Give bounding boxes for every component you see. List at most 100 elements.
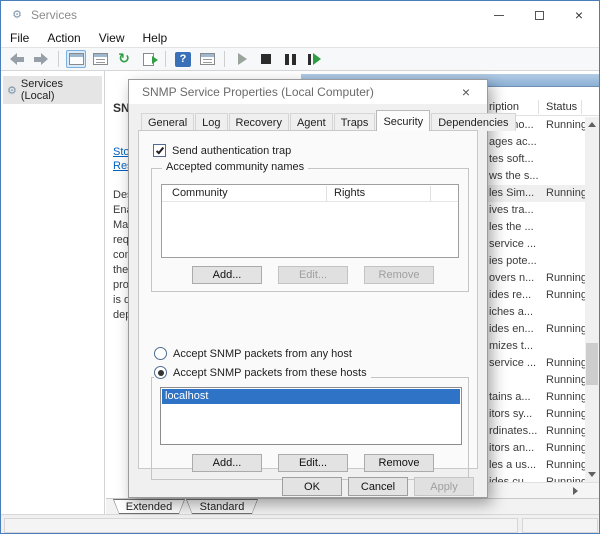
start-service-icon [238, 53, 247, 65]
scroll-right-icon[interactable] [568, 483, 583, 498]
show-console-tree-icon [69, 53, 84, 65]
refresh-icon: ↻ [118, 51, 130, 67]
description-line: the computer will be unable to [113, 264, 129, 276]
pause-service-icon [285, 54, 296, 65]
column-header-rights[interactable]: Rights [334, 187, 365, 199]
status-bar-section [4, 518, 518, 533]
dialog-close-button[interactable]: × [453, 80, 479, 104]
stop-service-link[interactable]: Stop the service [113, 146, 129, 158]
description-line: computer. If this service is stopped, [113, 249, 129, 261]
restart-service-link[interactable]: Restart the service [113, 160, 129, 172]
stop-service-button[interactable] [256, 50, 276, 68]
cancel-button[interactable]: Cancel [348, 477, 408, 496]
column-header-status[interactable]: Status [546, 101, 577, 113]
community-list[interactable]: Community Rights [161, 184, 459, 258]
extended-service-name: SNMP Service [113, 101, 129, 115]
tab-general[interactable]: General [141, 113, 194, 131]
refresh-button[interactable]: ↻ [114, 50, 134, 68]
start-service-button[interactable] [232, 50, 252, 68]
forward-icon [34, 53, 48, 65]
vertical-scrollbar[interactable] [585, 117, 599, 482]
scrollbar-thumb[interactable] [586, 343, 598, 385]
description-line: Enables Simple Network [113, 204, 129, 216]
snmp-properties-dialog: SNMP Service Properties (Local Computer)… [128, 79, 488, 498]
dialog-title-bar: SNMP Service Properties (Local Computer)… [129, 80, 487, 104]
menu-bar: File Action View Help [1, 29, 599, 47]
show-action-pane-button[interactable] [197, 50, 217, 68]
hosts-add-button[interactable]: Add... [192, 454, 262, 472]
window-title: Services [31, 8, 77, 22]
description-line: is disabled, any services that [113, 294, 129, 306]
close-icon: × [575, 7, 583, 23]
minimize-icon [494, 15, 504, 16]
minimize-button[interactable] [479, 1, 519, 29]
radio-selected-icon[interactable] [154, 366, 167, 379]
menu-help[interactable]: Help [134, 29, 177, 47]
community-remove-button: Remove [364, 266, 434, 284]
show-action-pane-icon [200, 53, 215, 65]
send-auth-trap-row[interactable]: Send authentication trap [153, 144, 291, 157]
maximize-button[interactable] [519, 1, 559, 29]
hosts-remove-button[interactable]: Remove [364, 454, 434, 472]
ok-button[interactable]: OK [282, 477, 342, 496]
tab-traps[interactable]: Traps [334, 113, 376, 131]
status-bar-section [522, 518, 598, 533]
scroll-up-icon[interactable] [585, 117, 599, 132]
description-line: requests to be processed by this [113, 234, 129, 246]
pause-service-button[interactable] [280, 50, 300, 68]
help-button[interactable]: ? [173, 50, 193, 68]
community-add-button[interactable]: Add... [192, 266, 262, 284]
dialog-tab-bar: General Log On Recovery Agent Traps Secu… [141, 111, 517, 131]
description-line: Description: [113, 189, 129, 201]
scroll-down-icon[interactable] [585, 467, 599, 482]
tab-agent[interactable]: Agent [290, 113, 333, 131]
services-app-icon: ⚙ [9, 7, 25, 23]
host-item-localhost[interactable]: localhost [162, 389, 460, 404]
menu-file[interactable]: File [1, 29, 38, 47]
restart-service-icon [308, 53, 321, 65]
radio-unselected-icon[interactable] [154, 347, 167, 360]
back-button[interactable] [7, 50, 27, 68]
hosts-list[interactable]: localhost [160, 387, 462, 445]
toolbar-separator [224, 51, 225, 67]
description-line: Management Protocol (SNMP) [113, 219, 129, 231]
properties-button[interactable] [90, 50, 110, 68]
radio-these-hosts[interactable]: Accept SNMP packets from these hosts [154, 366, 371, 379]
export-list-button[interactable] [138, 50, 158, 68]
checkbox-checked-icon[interactable] [153, 144, 166, 157]
tab-standard[interactable]: Standard [186, 499, 258, 514]
tab-recovery[interactable]: Recovery [229, 113, 289, 131]
community-names-label: Accepted community names [162, 161, 308, 173]
hosts-edit-button[interactable]: Edit... [278, 454, 348, 472]
description-line: process SNMP requests. If this [113, 279, 129, 291]
menu-view[interactable]: View [90, 29, 134, 47]
close-button[interactable]: × [559, 1, 599, 29]
radio-any-host[interactable]: Accept SNMP packets from any host [154, 347, 356, 360]
menu-action[interactable]: Action [38, 29, 89, 47]
tree-item-services-local[interactable]: ⚙ Services (Local) [3, 76, 102, 104]
restart-service-button[interactable] [304, 50, 324, 68]
tab-dependencies[interactable]: Dependencies [431, 113, 515, 131]
tab-security[interactable]: Security [376, 110, 430, 131]
column-header-community[interactable]: Community [172, 187, 228, 199]
toolbar: ↻ ? [1, 47, 599, 71]
properties-icon [93, 53, 108, 65]
services-node-icon: ⚙ [7, 84, 17, 97]
close-icon: × [462, 84, 470, 100]
view-tab-strip: Extended Standard [106, 499, 599, 515]
community-names-group: Accepted community names Community Right… [151, 168, 469, 292]
hosts-group: localhost Add... Edit... Remove [151, 377, 469, 480]
help-icon: ? [175, 52, 191, 67]
status-bar [1, 514, 600, 534]
description-line: depend on it will fail to start. [113, 309, 129, 321]
stop-service-icon [261, 54, 271, 64]
tab-extended[interactable]: Extended [113, 499, 185, 514]
show-console-tree-button[interactable] [66, 50, 86, 68]
back-icon [10, 53, 24, 65]
dialog-title: SNMP Service Properties (Local Computer) [142, 85, 374, 99]
toolbar-separator [58, 51, 59, 67]
extended-pane: SNMP Service Stop the service Restart th… [106, 81, 129, 411]
tab-log-on[interactable]: Log On [195, 113, 227, 131]
radio-these-hosts-label: Accept SNMP packets from these hosts [173, 367, 367, 379]
forward-button[interactable] [31, 50, 51, 68]
